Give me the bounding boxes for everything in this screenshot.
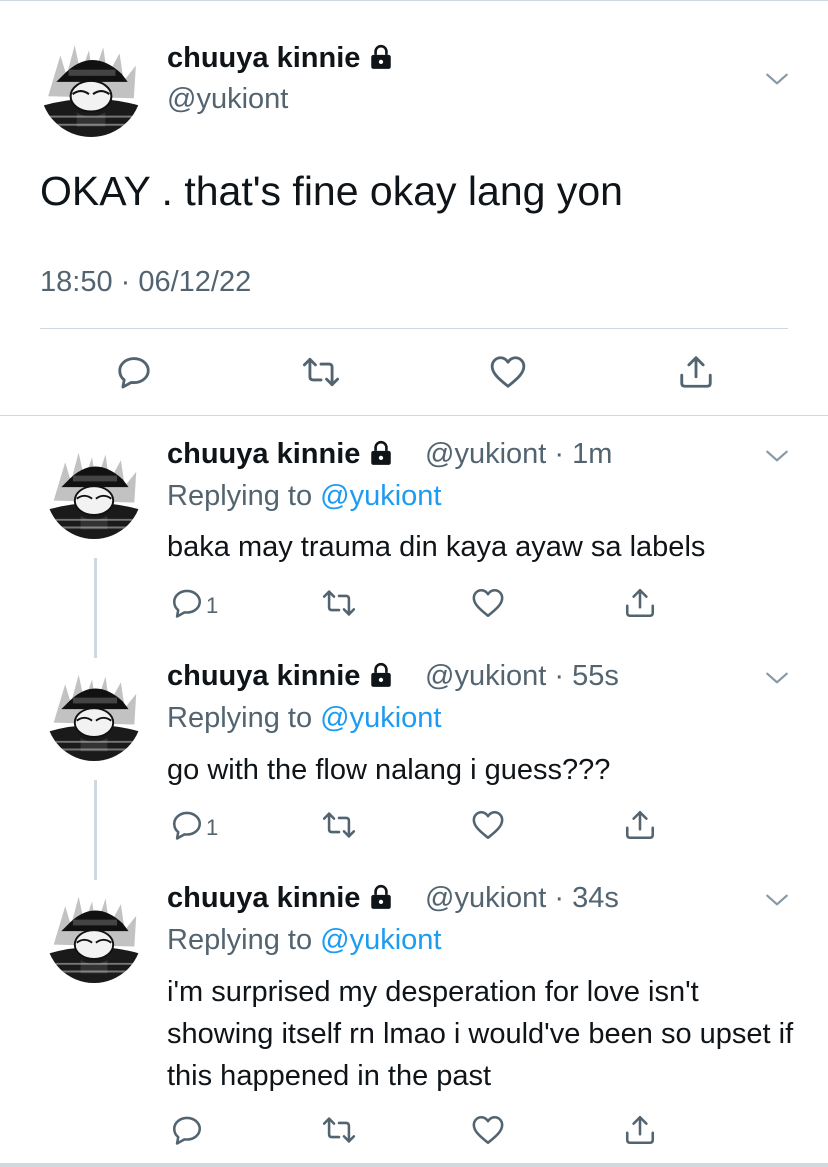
display-name[interactable]: chuuya kinnie [167,882,394,915]
handle-time[interactable]: @yukiont · 55s [425,660,619,693]
display-name-text[interactable]: chuuya kinnie [167,42,360,74]
reply-text: i'm surprised my desperation for love is… [167,976,794,1092]
chevron-down-icon[interactable] [764,443,790,469]
display-name[interactable]: chuuya kinnie [167,438,394,471]
chevron-down-icon[interactable] [764,887,790,913]
retweet-icon[interactable] [322,1113,356,1147]
replying-to: Replying to @yukiont [167,702,441,735]
reply-count: 1 [206,815,219,840]
replying-prefix: Replying to [167,480,321,512]
handle[interactable]: @yukiont [167,83,288,116]
reply-text: baka may trauma din kaya ayaw sa labels [167,531,706,563]
thread-line [94,558,97,658]
retweet-icon[interactable] [322,808,356,842]
lock-icon [368,44,394,70]
avatar[interactable] [46,665,142,761]
chevron-down-icon[interactable] [764,665,790,691]
section-divider [0,415,828,416]
reply-icon[interactable] [170,586,204,620]
display-name[interactable]: chuuya kinnie [167,660,394,693]
top-divider [0,0,828,1]
avatar[interactable] [40,35,142,137]
replying-prefix: Replying to [167,924,321,956]
replying-handle-link[interactable]: @yukiont [320,924,441,956]
share-icon[interactable] [677,353,715,391]
lock-icon [368,440,394,466]
handle-time[interactable]: @yukiont · 34s [425,882,619,915]
heart-icon[interactable] [489,353,527,391]
heart-icon[interactable] [471,586,505,620]
avatar[interactable] [46,887,142,983]
bottom-divider [0,1163,828,1167]
heart-icon[interactable] [471,1113,505,1147]
display-name[interactable]: chuuya kinnie [167,42,394,75]
lock-icon [368,662,394,688]
avatar[interactable] [46,443,142,539]
share-icon[interactable] [623,1113,657,1147]
display-name-text[interactable]: chuuya kinnie [167,660,360,692]
tweet-text: OKAY . that's fine okay lang yon [40,168,623,214]
retweet-icon[interactable] [302,353,340,391]
reply-icon[interactable] [170,808,204,842]
replying-to: Replying to @yukiont [167,924,441,957]
share-icon[interactable] [623,586,657,620]
chevron-down-icon[interactable] [764,66,790,92]
heart-icon[interactable] [471,808,505,842]
handle-time[interactable]: @yukiont · 1m [425,438,612,471]
display-name-text[interactable]: chuuya kinnie [167,882,360,914]
replying-handle-link[interactable]: @yukiont [320,702,441,734]
reply-icon[interactable] [170,1113,204,1147]
replying-to: Replying to @yukiont [167,480,441,513]
retweet-icon[interactable] [322,586,356,620]
thread-line [94,780,97,880]
reply-icon[interactable] [115,353,153,391]
divider [40,328,788,329]
share-icon[interactable] [623,808,657,842]
replying-prefix: Replying to [167,702,321,734]
reply-text: go with the flow nalang i guess??? [167,754,611,786]
tweet-timestamp[interactable]: 18:50 · 06/12/22 [40,266,251,299]
replying-handle-link[interactable]: @yukiont [320,480,441,512]
display-name-text[interactable]: chuuya kinnie [167,438,360,470]
reply-count: 1 [206,593,219,618]
lock-icon [368,884,394,910]
